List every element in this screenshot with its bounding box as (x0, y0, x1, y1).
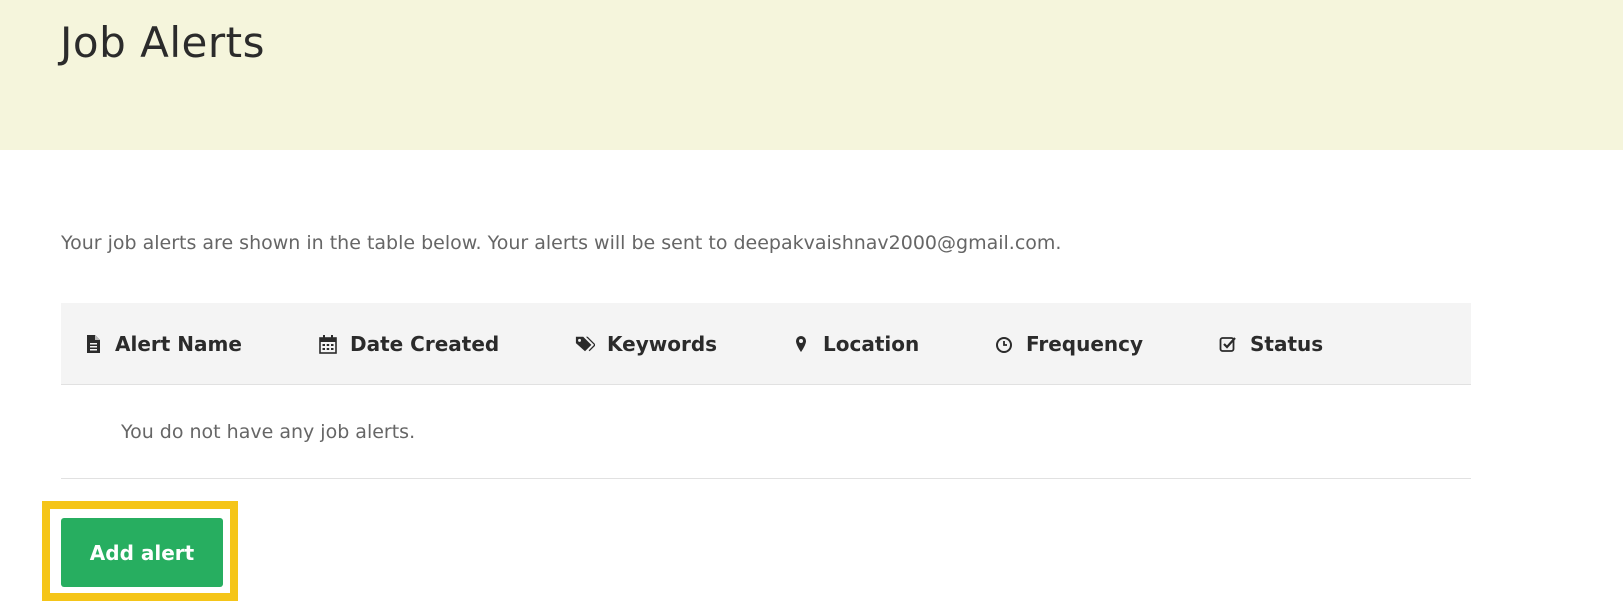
empty-message: You do not have any job alerts. (121, 420, 416, 443)
job-alerts-table: Alert Name Date Created Keywords Locatio… (61, 303, 1471, 479)
file-text-icon (87, 334, 100, 353)
map-pin-icon (796, 335, 806, 352)
column-keywords: Keywords (575, 303, 717, 384)
column-label: Alert Name (115, 331, 242, 356)
column-location: Location (791, 303, 919, 384)
column-label: Status (1250, 331, 1324, 356)
column-label: Frequency (1026, 331, 1144, 356)
intro-text: Your job alerts are shown in the table b… (61, 232, 1062, 254)
table-body: You do not have any job alerts. (61, 385, 1471, 479)
column-alert-name: Alert Name (83, 303, 242, 384)
page-title: Job Alerts (60, 18, 265, 67)
column-label: Location (823, 331, 920, 356)
column-frequency: Frequency (994, 303, 1143, 384)
column-date-created: Date Created (318, 303, 499, 384)
table-header: Alert Name Date Created Keywords Locatio… (61, 303, 1471, 385)
page-header: Job Alerts (0, 0, 1623, 150)
calendar-icon (319, 334, 337, 354)
column-label: Date Created (350, 331, 500, 356)
tags-icon (575, 336, 595, 351)
column-status: Status (1218, 303, 1323, 384)
clock-icon (996, 336, 1012, 353)
add-alert-button[interactable]: Add alert (61, 518, 223, 587)
column-label: Keywords (607, 331, 718, 356)
checkbox-icon (1219, 336, 1236, 352)
